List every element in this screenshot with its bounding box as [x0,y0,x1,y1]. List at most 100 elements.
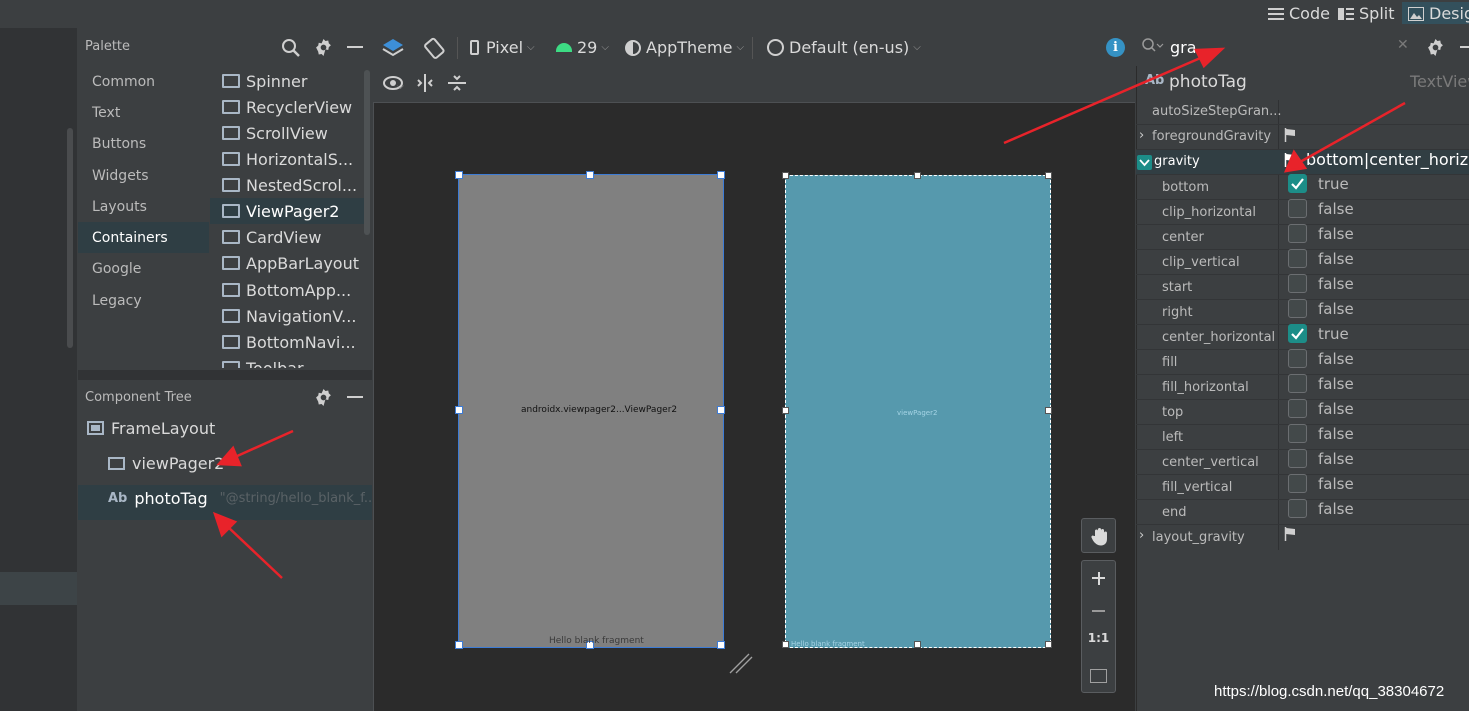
flag-icon[interactable] [1284,153,1296,171]
category-common[interactable]: Common [78,66,209,97]
minimize-icon[interactable] [347,46,363,48]
resize-handle[interactable] [1045,407,1052,414]
flag-checkbox[interactable] [1288,324,1307,343]
palette-item-viewpager2[interactable]: ViewPager2 [210,198,364,224]
zoom-out-button[interactable] [1082,595,1115,625]
attribute-row-autosizestepgranularity[interactable]: autoSizeStepGran... [1136,100,1469,125]
rotate-device-icon[interactable] [422,36,446,64]
theme-dropdown[interactable]: AppTheme ⌵ [625,38,744,57]
gear-icon[interactable] [1426,38,1445,61]
category-buttons[interactable]: Buttons [78,128,209,159]
minimize-icon[interactable] [347,396,363,398]
flag-checkbox[interactable] [1288,299,1307,318]
device-dropdown[interactable]: Pixel ⌵ [470,38,535,57]
code-mode-button[interactable]: Code [1268,2,1330,24]
resize-handle[interactable] [455,406,463,414]
clear-search-icon[interactable]: ✕ [1397,37,1409,53]
flag-checkbox[interactable] [1288,249,1307,268]
flag-checkbox[interactable] [1288,224,1307,243]
plus-icon-vertical [1097,571,1100,585]
tree-node-phototag[interactable]: Ab photoTag "@string/hello_blank_f... [108,482,376,514]
search-icon[interactable] [281,38,301,62]
locale-dropdown[interactable]: Default (en-us) ⌵ [767,38,921,57]
left-strip-scrollbar[interactable] [67,128,73,348]
palette-item-label: ViewPager2 [246,201,340,221]
resize-handle[interactable] [914,641,921,648]
flag-value: false [1318,500,1354,518]
attribute-row-layout-gravity[interactable]: › layout_gravity [1136,525,1469,550]
palette-item-recyclerview[interactable]: RecyclerView [210,94,364,120]
resize-handle[interactable] [717,641,725,649]
category-legacy[interactable]: Legacy [78,285,209,316]
resize-handle[interactable] [1045,641,1052,648]
gear-icon[interactable] [314,388,333,411]
category-widgets[interactable]: Widgets [78,160,209,191]
flag-checkbox[interactable] [1288,174,1307,193]
resize-handle[interactable] [1045,172,1052,179]
palette-scrollbar[interactable] [364,70,370,235]
chevron-right-icon[interactable]: › [1139,528,1144,543]
category-containers[interactable]: Containers [78,222,209,253]
palette-item-nestedscrollview[interactable]: NestedScrol... [210,172,364,198]
flag-checkbox[interactable] [1288,199,1307,218]
category-text[interactable]: Text [78,97,209,128]
flag-checkbox[interactable] [1288,474,1307,493]
flag-checkbox[interactable] [1288,399,1307,418]
attribute-row-gravity[interactable]: gravity bottom|center_horizo [1136,150,1469,175]
zoom-fit-icon[interactable] [1090,669,1107,683]
vertical-margin-icon[interactable] [448,74,466,96]
flag-checkbox[interactable] [1288,449,1307,468]
tree-node-framelayout[interactable]: FrameLayout [87,412,215,444]
resize-handle[interactable] [717,171,725,179]
flag-icon[interactable] [1284,527,1296,545]
resize-handle[interactable] [455,171,463,179]
flag-checkbox[interactable] [1288,274,1307,293]
info-icon[interactable]: i [1106,38,1125,57]
resize-handle[interactable] [717,406,725,414]
api-level-dropdown[interactable]: 29 ⌵ [556,38,609,57]
resize-corner-icon[interactable] [726,652,756,682]
palette-item-horizontalscrollview[interactable]: HorizontalS... [210,146,364,172]
palette-item-bottomappbar[interactable]: BottomApp... [210,277,364,303]
category-layouts[interactable]: Layouts [78,191,209,222]
minimize-icon[interactable] [1460,46,1469,48]
resize-handle[interactable] [782,407,789,414]
zoom-actual-size-button[interactable]: 1:1 [1082,631,1115,655]
flag-icon[interactable] [1284,128,1296,146]
category-google[interactable]: Google [78,253,209,284]
resize-handle[interactable] [455,641,463,649]
zoom-in-button[interactable] [1082,561,1115,594]
chevron-right-icon[interactable]: › [1139,128,1144,143]
attribute-row-foregroundgravity[interactable]: › foregroundGravity [1136,125,1469,150]
flag-checkbox[interactable] [1288,424,1307,443]
flag-checkbox[interactable] [1288,374,1307,393]
attributes-search-input[interactable] [1170,36,1390,58]
palette-item-toolbar[interactable]: Toolbar [210,355,364,368]
panel-divider[interactable] [78,370,372,380]
tree-node-viewpager2[interactable]: viewPager2 [108,447,224,479]
palette-item-appbarlayout[interactable]: AppBarLayout [210,250,364,276]
phototag-design-text[interactable]: Hello blank fragment [549,636,644,646]
palette-item-spinner[interactable]: Spinner [210,68,364,94]
resize-handle[interactable] [586,171,594,179]
palette-item-navigationview[interactable]: NavigationV... [210,303,364,329]
resize-handle[interactable] [782,172,789,179]
gear-icon[interactable] [314,38,333,61]
pan-button[interactable] [1081,518,1116,553]
flag-checkbox[interactable] [1288,349,1307,368]
horizontal-margin-icon[interactable] [416,74,434,96]
gravity-value[interactable]: bottom|center_horizo [1306,150,1469,169]
phototag-blueprint-text[interactable]: Hello blank fragment [791,640,865,648]
resize-handle[interactable] [782,641,789,648]
layers-icon[interactable] [381,36,405,64]
flag-checkbox[interactable] [1288,499,1307,518]
flag-name: clip_vertical [1162,255,1240,270]
split-mode-button[interactable]: Split [1338,2,1394,24]
chevron-down-icon[interactable]: ⌵ [397,82,404,92]
resize-handle[interactable] [914,172,921,179]
design-mode-button[interactable]: Design [1402,2,1469,24]
palette-item-scrollview[interactable]: ScrollView [210,120,364,146]
palette-item-bottomnavigation[interactable]: BottomNavi... [210,329,364,355]
chevron-down-icon[interactable] [1137,155,1152,170]
palette-item-cardview[interactable]: CardView [210,224,364,250]
